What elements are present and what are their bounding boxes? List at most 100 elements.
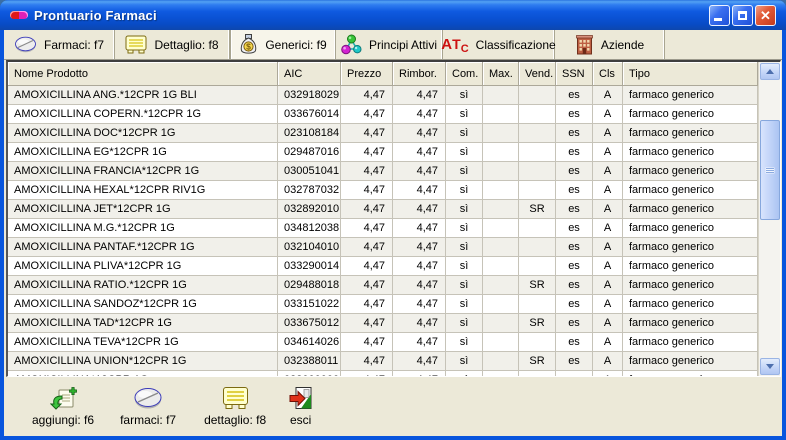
cell-com[interactable]: sì (446, 295, 483, 314)
cell-vend[interactable] (519, 333, 556, 352)
cell-rimbor[interactable]: 4,47 (393, 333, 446, 352)
column-header-nome-prodotto[interactable]: Nome Prodotto (8, 62, 278, 86)
cell-prezzo[interactable]: 4,47 (341, 238, 393, 257)
cell-com[interactable]: sì (446, 276, 483, 295)
aggiungi-button[interactable]: aggiungi: f6 (26, 383, 100, 429)
cell-rimbor[interactable]: 4,47 (393, 219, 446, 238)
cell-max[interactable] (483, 181, 519, 200)
cell-tipo[interactable]: farmaco generico (623, 352, 758, 371)
cell-ssn[interactable]: es (556, 295, 593, 314)
scroll-down-button[interactable] (760, 358, 780, 375)
table-row[interactable]: AMOXICILLINA COPERN.*12CPR 1G0336760144,… (8, 105, 758, 124)
cell-rimbor[interactable]: 4,47 (393, 352, 446, 371)
cell-max[interactable] (483, 333, 519, 352)
cell-aic[interactable]: 034812038 (278, 219, 341, 238)
cell-com[interactable]: sì (446, 219, 483, 238)
column-header-com[interactable]: Com. (446, 62, 483, 86)
cell-max[interactable] (483, 352, 519, 371)
cell-com[interactable]: sì (446, 257, 483, 276)
cell-aic[interactable]: 033151022 (278, 295, 341, 314)
tab-classificazione[interactable]: ATC Classificazione (443, 30, 555, 59)
cell-cls[interactable]: A (593, 105, 623, 124)
cell-tipo[interactable]: farmaco generico (623, 257, 758, 276)
cell-tipo[interactable]: farmaco generico (623, 295, 758, 314)
cell-rimbor[interactable]: 4,47 (393, 238, 446, 257)
cell-vend[interactable]: SR (519, 200, 556, 219)
cell-max[interactable] (483, 314, 519, 333)
cell-vend[interactable] (519, 181, 556, 200)
cell-tipo[interactable]: farmaco generico (623, 124, 758, 143)
cell-tipo[interactable]: farmaco generico (623, 105, 758, 124)
cell-aic[interactable]: 023108184 (278, 124, 341, 143)
table-row[interactable]: AMOXICILLINA ANG.*12CPR 1G BLI0329180294… (8, 86, 758, 105)
vertical-scrollbar[interactable] (758, 62, 780, 377)
cell-com[interactable]: sì (446, 162, 483, 181)
cell-prezzo[interactable]: 4,47 (341, 295, 393, 314)
cell-com[interactable]: sì (446, 124, 483, 143)
cell-cls[interactable]: A (593, 181, 623, 200)
cell-max[interactable] (483, 200, 519, 219)
cell-name[interactable]: AMOXICILLINA EG*12CPR 1G (8, 143, 278, 162)
tab-principi-attivi[interactable]: Principi Attivi (336, 30, 443, 59)
cell-rimbor[interactable]: 4,47 (393, 314, 446, 333)
farmaci-button[interactable]: farmaci: f7 (114, 383, 182, 429)
cell-vend[interactable]: SR (519, 276, 556, 295)
table-row[interactable]: AMOXICILLINA TAD*12CPR 1G0336750124,474,… (8, 314, 758, 333)
column-header-tipo[interactable]: Tipo (623, 62, 758, 86)
cell-vend[interactable] (519, 124, 556, 143)
cell-rimbor[interactable]: 4,47 (393, 181, 446, 200)
cell-vend[interactable] (519, 219, 556, 238)
column-header-cls[interactable]: Cls (593, 62, 623, 86)
scrollbar-thumb[interactable] (760, 120, 780, 220)
cell-max[interactable] (483, 105, 519, 124)
cell-max[interactable] (483, 276, 519, 295)
cell-ssn[interactable]: es (556, 352, 593, 371)
cell-aic[interactable]: 029487016 (278, 143, 341, 162)
cell-prezzo[interactable]: 4,47 (341, 200, 393, 219)
cell-name[interactable]: AMOXICILLINA SANDOZ*12CPR 1G (8, 295, 278, 314)
cell-prezzo[interactable]: 4,47 (341, 105, 393, 124)
cell-aic[interactable]: 033676014 (278, 105, 341, 124)
cell-vend[interactable] (519, 105, 556, 124)
cell-ssn[interactable]: es (556, 181, 593, 200)
cell-ssn[interactable]: es (556, 219, 593, 238)
cell-prezzo[interactable]: 4,47 (341, 86, 393, 105)
cell-cls[interactable]: A (593, 219, 623, 238)
cell-name[interactable]: AMOXICILLINA RATIO.*12CPR 1G (8, 276, 278, 295)
column-header-ssn[interactable]: SSN (556, 62, 593, 86)
maximize-button[interactable] (732, 5, 753, 26)
cell-vend[interactable] (519, 257, 556, 276)
cell-aic[interactable]: 034614026 (278, 333, 341, 352)
cell-name[interactable]: AMOXICILLINA JET*12CPR 1G (8, 200, 278, 219)
cell-vend[interactable] (519, 238, 556, 257)
cell-ssn[interactable]: es (556, 314, 593, 333)
cell-prezzo[interactable]: 4,47 (341, 181, 393, 200)
cell-com[interactable]: sì (446, 352, 483, 371)
cell-name[interactable]: AMOXICILLINA TEVA*12CPR 1G (8, 333, 278, 352)
cell-rimbor[interactable]: 4,47 (393, 257, 446, 276)
cell-name[interactable]: AMOXICILLINA M.G.*12CPR 1G (8, 219, 278, 238)
cell-cls[interactable]: A (593, 124, 623, 143)
cell-com[interactable]: sì (446, 238, 483, 257)
cell-ssn[interactable]: es (556, 276, 593, 295)
cell-tipo[interactable]: farmaco generico (623, 162, 758, 181)
cell-max[interactable] (483, 124, 519, 143)
column-header-prezzo[interactable]: Prezzo (341, 62, 393, 86)
cell-ssn[interactable]: es (556, 200, 593, 219)
cell-vend[interactable] (519, 295, 556, 314)
cell-max[interactable] (483, 219, 519, 238)
title-bar[interactable]: Prontuario Farmaci ✕ (0, 0, 786, 30)
cell-ssn[interactable]: es (556, 257, 593, 276)
cell-aic[interactable]: 032918029 (278, 86, 341, 105)
table-row[interactable]: AMOXICILLINA SANDOZ*12CPR 1G0331510224,4… (8, 295, 758, 314)
cell-vend[interactable] (519, 143, 556, 162)
cell-vend[interactable] (519, 86, 556, 105)
cell-cls[interactable]: A (593, 314, 623, 333)
cell-tipo[interactable]: farmaco generico (623, 219, 758, 238)
table-row[interactable]: AMOXICILLINA RATIO.*12CPR 1G0294880184,4… (8, 276, 758, 295)
cell-name[interactable]: AMOXICILLINA ANG.*12CPR 1G BLI (8, 86, 278, 105)
table-row[interactable]: AMOXICILLINA FRANCIA*12CPR 1G0300510414,… (8, 162, 758, 181)
cell-rimbor[interactable]: 4,47 (393, 162, 446, 181)
cell-ssn[interactable]: es (556, 86, 593, 105)
cell-cls[interactable]: A (593, 143, 623, 162)
